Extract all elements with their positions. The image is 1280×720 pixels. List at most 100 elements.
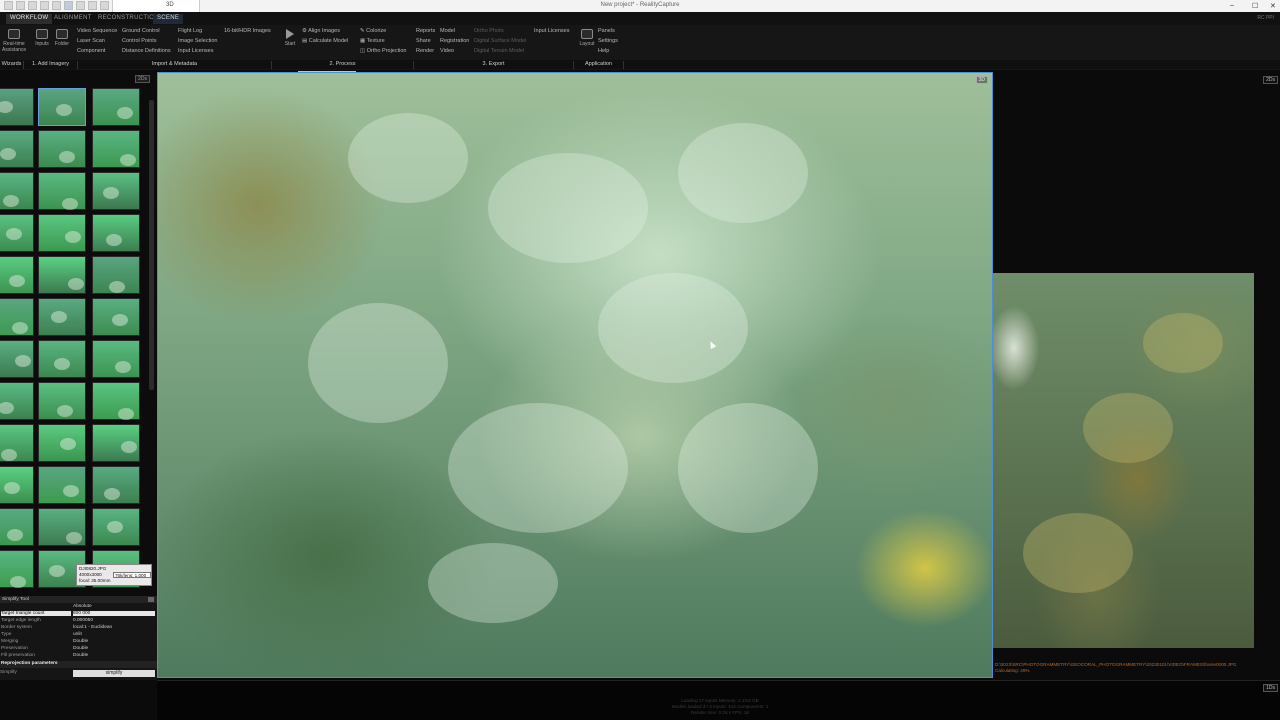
input-licenses-button[interactable]: Input Licenses [178, 48, 213, 54]
param-row[interactable]: Target triangle count 800 000 [0, 611, 157, 618]
image-thumbnail[interactable] [0, 508, 34, 546]
ground-control-button[interactable]: Ground Control [122, 28, 160, 34]
param-value: 0.000050 [73, 618, 94, 623]
export-input-licenses-button[interactable]: Input Licenses [534, 28, 569, 34]
param-row[interactable]: Preservation Double [0, 646, 157, 653]
colorize-button[interactable]: ✎ Colorize [360, 28, 386, 34]
distance-definitions-button[interactable]: Distance Definitions [122, 48, 171, 54]
hdr-images-button[interactable]: 16-bit/HDR Images [224, 28, 271, 34]
image-selection-button[interactable]: Image Selection [178, 38, 217, 44]
image-thumbnail[interactable] [92, 508, 140, 546]
help-button[interactable]: Help [598, 48, 609, 54]
param-value: Double [73, 653, 89, 658]
secondary-image-viewer[interactable] [993, 273, 1254, 648]
image-thumbnail[interactable] [38, 424, 86, 462]
ortho-photo-button[interactable]: Ortho Photo [474, 28, 504, 34]
panel-view-badge[interactable]: 2Ds [135, 75, 150, 83]
close-button[interactable]: ✕ [1270, 2, 1276, 10]
image-thumbnail[interactable] [38, 466, 86, 504]
image-thumbnail[interactable] [92, 214, 140, 252]
image-thumbnail[interactable] [38, 88, 86, 126]
align-images-button[interactable]: ⚙ Align Images [302, 28, 340, 34]
image-thumbnail[interactable] [0, 256, 34, 294]
laser-scan-button[interactable]: Laser Scan [77, 38, 105, 44]
image-thumbnail[interactable] [92, 466, 140, 504]
image-thumbnail[interactable] [0, 424, 34, 462]
image-thumbnail[interactable] [92, 340, 140, 378]
image-thumbnail[interactable] [92, 88, 140, 126]
registration-button[interactable]: Registration [440, 38, 469, 44]
component-button[interactable]: Component [77, 48, 105, 54]
image-thumbnail[interactable] [38, 298, 86, 336]
image-thumbnail[interactable] [38, 382, 86, 420]
panel-close-icon[interactable] [148, 597, 154, 602]
param-row[interactable]: Merging Double [0, 639, 157, 646]
panels-button[interactable]: Panels [598, 28, 615, 34]
image-detail [598, 273, 748, 383]
image-thumbnail[interactable] [38, 508, 86, 546]
image-thumbnail[interactable] [92, 172, 140, 210]
image-thumbnail[interactable] [0, 340, 34, 378]
param-section-header[interactable]: Reprojection parameters [0, 661, 157, 668]
thumbnail-scrollbar[interactable] [149, 100, 154, 390]
bottom-panel-badge[interactable]: 1Ds [1263, 684, 1278, 692]
image-thumbnail[interactable] [0, 466, 34, 504]
param-row[interactable]: Target edge length 0.000050 [0, 618, 157, 625]
param-row[interactable]: Border system local:1 - Euclidean [0, 625, 157, 632]
maximize-button[interactable]: ☐ [1252, 2, 1258, 10]
simplify-button[interactable]: simplify [73, 670, 155, 677]
image-thumbnail[interactable] [0, 214, 34, 252]
image-thumbnail[interactable] [92, 382, 140, 420]
thumbnail-detail [12, 322, 28, 334]
tab-workflow[interactable]: WORKFLOW [6, 14, 53, 24]
calculate-model-button[interactable]: ▤ Calculate Model [302, 38, 348, 44]
start-button[interactable]: Start [278, 29, 302, 47]
ortho-projection-button[interactable]: ◫ Ortho Projection [360, 48, 406, 54]
right-panel-badge[interactable]: 2Ds [1263, 76, 1278, 84]
param-row[interactable]: Fill preservation Double [0, 653, 157, 660]
video-sequence-button[interactable]: Video Sequence [77, 28, 117, 34]
share-button[interactable]: Share [416, 38, 431, 44]
image-thumbnail[interactable] [0, 298, 34, 336]
image-thumbnail[interactable] [0, 88, 34, 126]
image-thumbnail[interactable] [38, 172, 86, 210]
param-row[interactable]: Absolute [0, 604, 157, 611]
image-thumbnail[interactable] [0, 382, 34, 420]
image-thumbnail[interactable] [0, 130, 34, 168]
reports-button[interactable]: Reports [416, 28, 435, 34]
view-mode-badge[interactable]: 3D [975, 76, 988, 84]
image-thumbnail[interactable] [92, 130, 140, 168]
model-export-button[interactable]: Model [440, 28, 455, 34]
image-thumbnail[interactable] [38, 256, 86, 294]
param-key: Target edge length [1, 618, 41, 623]
main-image-viewer[interactable]: 3D [157, 72, 993, 678]
param-value[interactable]: 800 000 [73, 611, 155, 616]
thumbnail-detail [109, 281, 125, 293]
thumbnail-grid[interactable] [0, 88, 146, 592]
image-thumbnail[interactable] [38, 340, 86, 378]
video-button[interactable]: Video [440, 48, 454, 54]
image-thumbnail[interactable] [0, 550, 34, 588]
tab-alignment[interactable]: ALIGNMENT [50, 14, 96, 24]
image-thumbnail[interactable] [92, 256, 140, 294]
render-button[interactable]: Render [416, 48, 434, 54]
control-points-button[interactable]: Control Points [122, 38, 157, 44]
tab-scene[interactable]: SCENE [153, 14, 184, 24]
dsm-button[interactable]: Digital Surface Model [474, 38, 526, 44]
image-thumbnail[interactable] [92, 424, 140, 462]
texture-button[interactable]: ▦ Texture [360, 38, 385, 44]
minimize-button[interactable]: – [1230, 2, 1234, 9]
param-row[interactable]: Type unlit [0, 632, 157, 639]
thumbnail-detail [60, 438, 76, 450]
wizards-button[interactable]: Real-time Assistance [2, 29, 26, 53]
flight-log-button[interactable]: Flight Log [178, 28, 202, 34]
image-thumbnail[interactable] [38, 214, 86, 252]
settings-button[interactable]: Settings [598, 38, 618, 44]
status-path: D:\2023\SRC\PHOTOGRAMMETRY\GEOCORAL_PHOT… [995, 662, 1237, 667]
layout-button[interactable]: Layout [575, 29, 599, 47]
image-thumbnail[interactable] [38, 130, 86, 168]
dtm-button[interactable]: Digital Terrain Model [474, 48, 524, 54]
image-thumbnail[interactable] [92, 298, 140, 336]
image-thumbnail[interactable] [0, 172, 34, 210]
folder-button[interactable]: Folder [50, 29, 74, 47]
